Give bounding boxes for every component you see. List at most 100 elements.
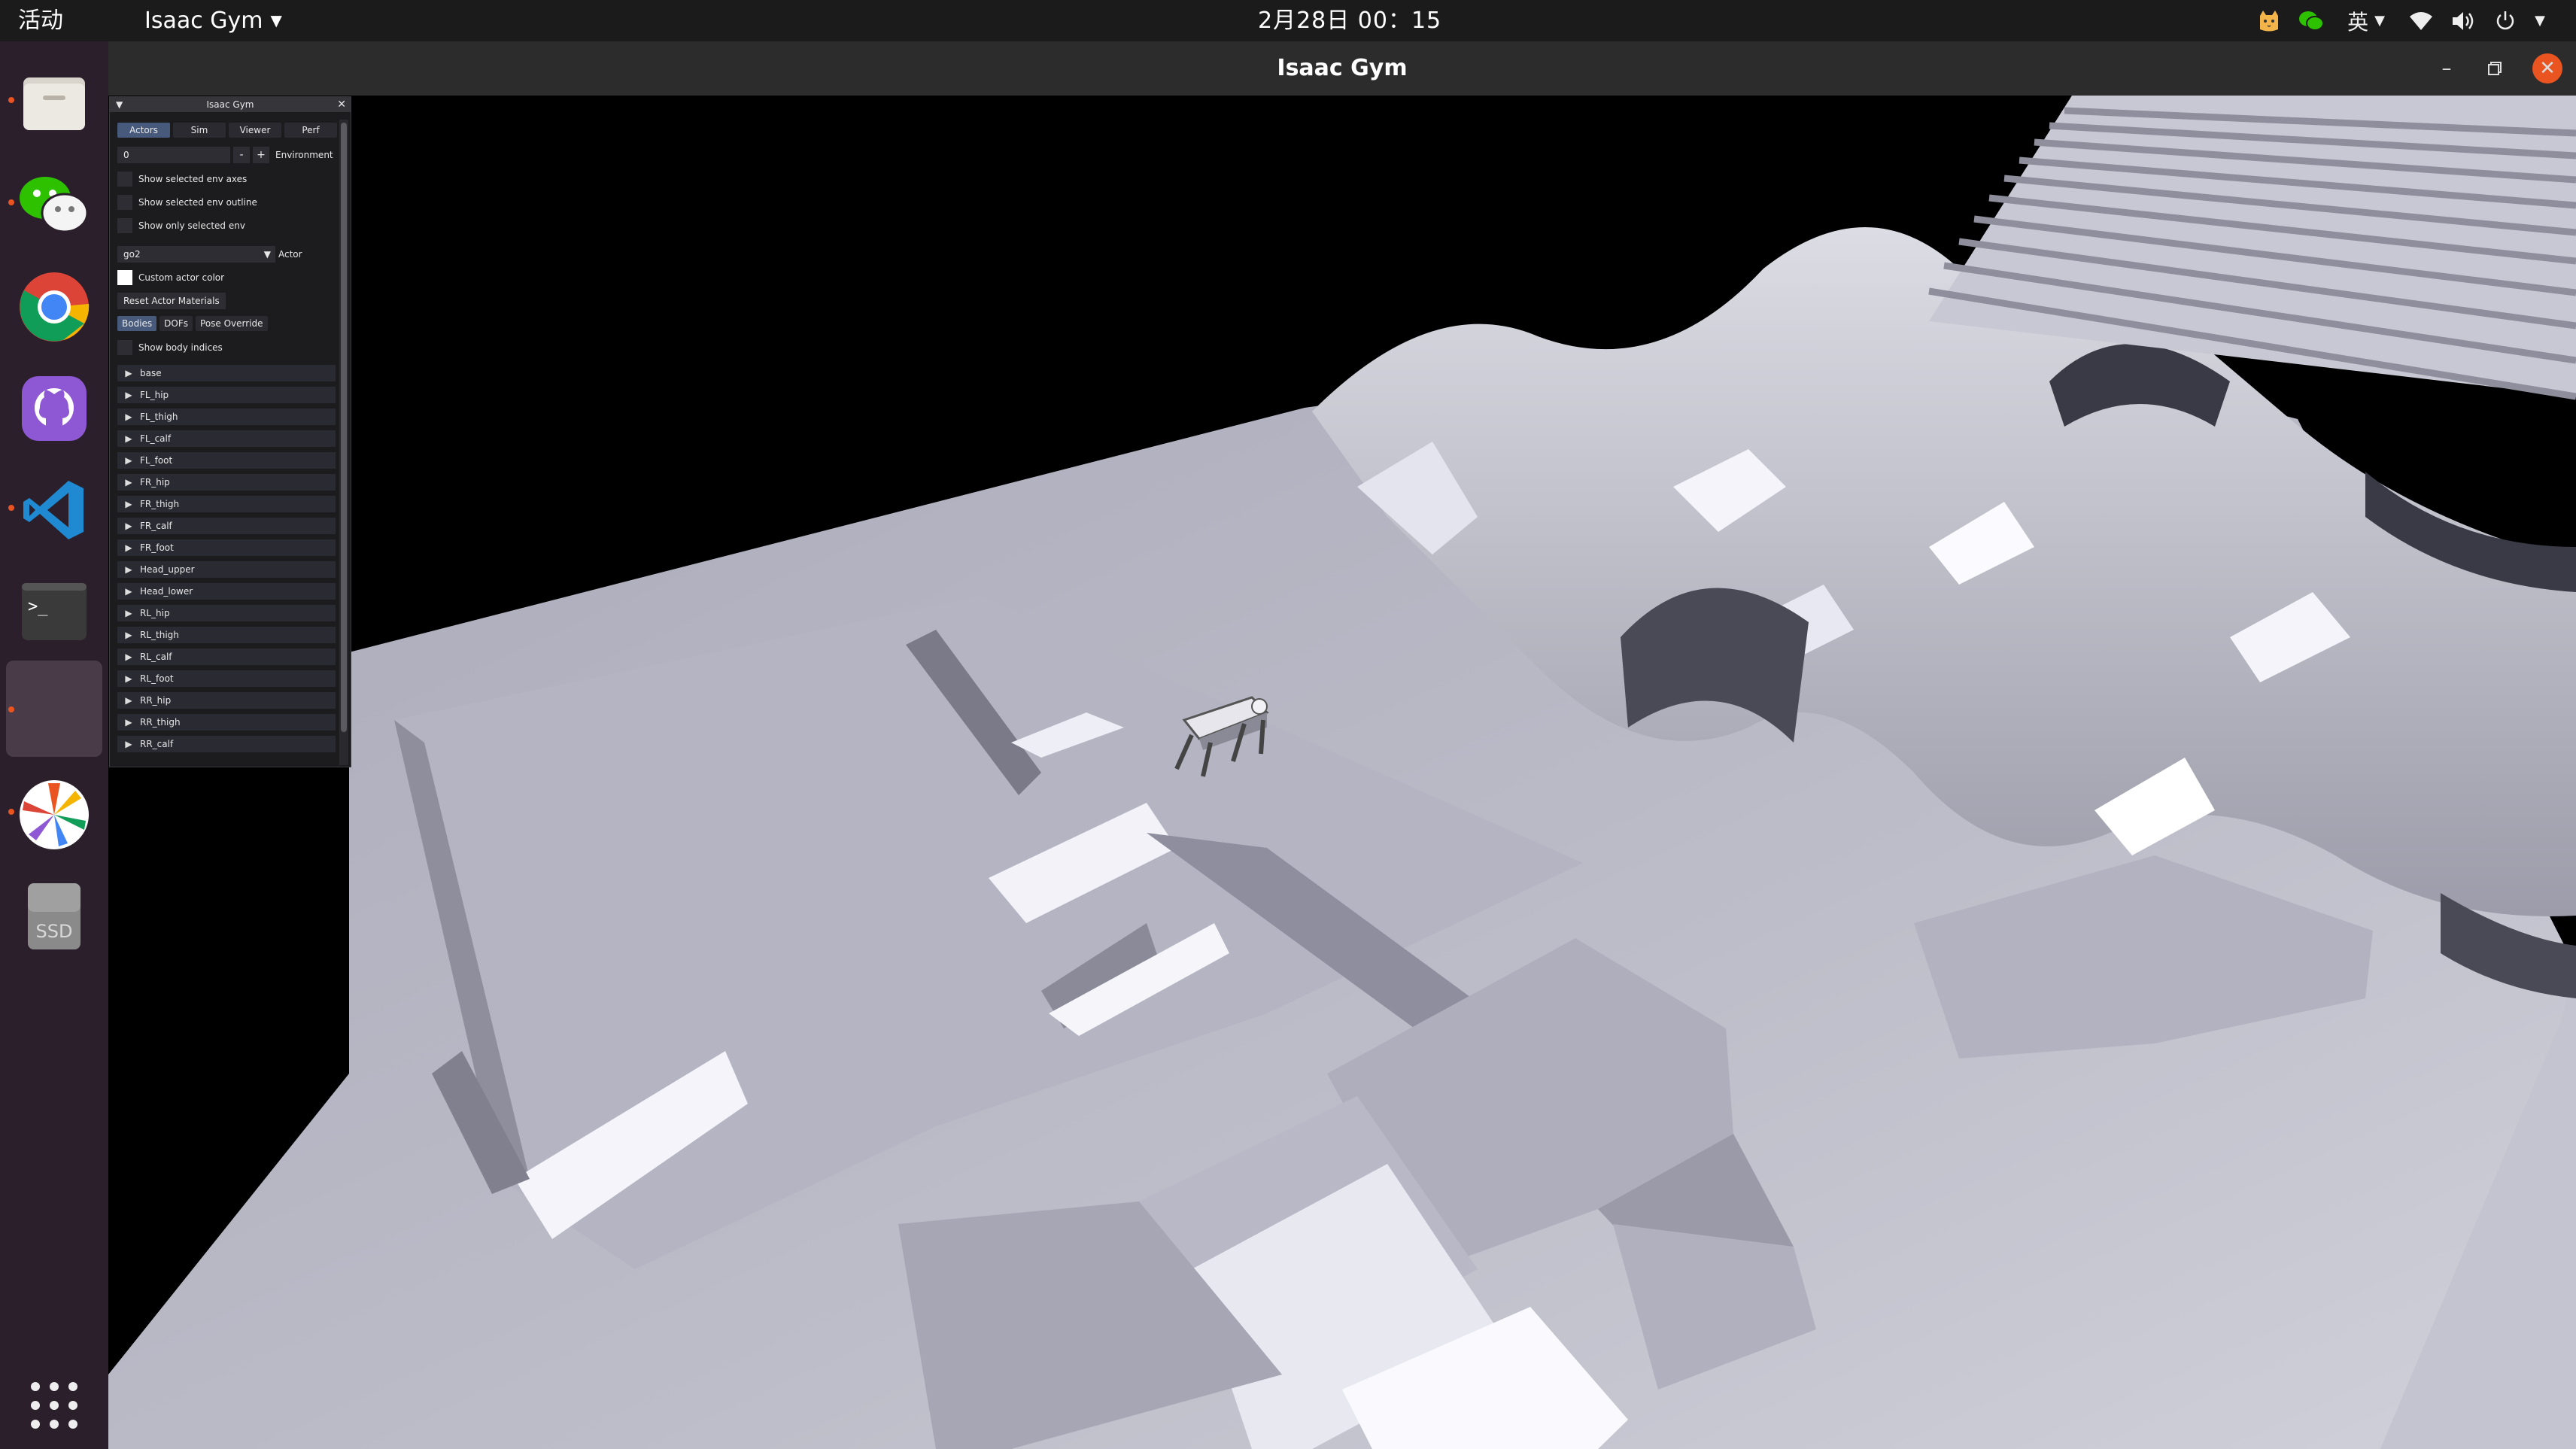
tree-row[interactable]: ▶ RL_thigh <box>117 624 336 646</box>
checkbox-box[interactable] <box>117 340 132 355</box>
checkbox-box[interactable] <box>117 195 132 210</box>
tree-row[interactable]: ▶ FL_calf <box>117 427 336 449</box>
tree-row[interactable]: ▶ FL_thigh <box>117 406 336 427</box>
tree-row[interactable]: ▶ RR_calf <box>117 733 336 755</box>
expand-arrow-icon[interactable]: ▶ <box>117 739 140 749</box>
tab-sim[interactable]: Sim <box>173 123 226 138</box>
reset-actor-materials-button[interactable]: Reset Actor Materials <box>117 293 226 309</box>
tree-row[interactable]: ▶ base <box>117 362 336 384</box>
tab-actors[interactable]: Actors <box>117 123 170 138</box>
show-only-env-checkbox[interactable]: Show only selected env <box>117 217 245 234</box>
checkbox-box[interactable] <box>117 270 132 285</box>
checkbox-label: Show selected env outline <box>138 197 257 208</box>
checkbox-box[interactable] <box>117 218 132 233</box>
expand-arrow-icon[interactable]: ▶ <box>117 652 140 662</box>
vscode-icon[interactable] <box>17 472 92 548</box>
expand-arrow-icon[interactable]: ▶ <box>117 717 140 728</box>
expand-arrow-icon[interactable]: ▶ <box>117 630 140 640</box>
body-label: FL_calf <box>140 433 172 444</box>
chrome-icon[interactable] <box>17 269 92 345</box>
tree-row[interactable]: ▶ Head_upper <box>117 558 336 580</box>
show-env-axes-checkbox[interactable]: Show selected env axes <box>117 171 247 187</box>
checkbox-label: Show selected env axes <box>138 174 248 184</box>
actor-select[interactable]: go2 ▼ <box>117 246 275 263</box>
github-desktop-icon[interactable] <box>17 371 92 446</box>
wifi-icon[interactable] <box>2400 0 2442 41</box>
panel-title: Isaac Gym <box>206 99 254 110</box>
tab-perf[interactable]: Perf <box>284 123 337 138</box>
expand-arrow-icon[interactable]: ▶ <box>117 521 140 531</box>
panel-scrollbar[interactable] <box>339 120 348 765</box>
app-menu[interactable]: Isaac Gym ▼ <box>144 0 282 41</box>
close-icon[interactable]: ✕ <box>337 97 346 112</box>
expand-arrow-icon[interactable]: ▶ <box>117 433 140 444</box>
expand-arrow-icon[interactable]: ▶ <box>117 542 140 553</box>
expand-arrow-icon[interactable]: ▶ <box>117 564 140 575</box>
scrollbar-thumb[interactable] <box>341 123 347 732</box>
show-env-outline-checkbox[interactable]: Show selected env outline <box>117 194 257 211</box>
isaac-gym-dock-icon[interactable] <box>6 661 102 757</box>
volume-icon[interactable] <box>2442 0 2484 41</box>
minimize-button[interactable]: – <box>2432 53 2462 84</box>
custom-actor-color-checkbox[interactable]: Custom actor color <box>117 269 224 286</box>
env-increment-button[interactable]: + <box>253 147 269 163</box>
input-method-menu[interactable]: 英 ▼ <box>2332 0 2400 41</box>
simulation-viewport[interactable] <box>108 96 2576 1449</box>
expand-arrow-icon[interactable]: ▶ <box>117 695 140 706</box>
wechat-tray-icon[interactable] <box>2290 0 2332 41</box>
checkbox-box[interactable] <box>117 172 132 187</box>
tree-row[interactable]: ▶ RR_hip <box>117 689 336 711</box>
tree-row[interactable]: ▶ FL_hip <box>117 384 336 406</box>
color-picker-icon[interactable] <box>17 777 92 852</box>
tree-row[interactable]: ▶ FR_thigh <box>117 493 336 515</box>
tree-row[interactable]: ▶ Head_lower <box>117 580 336 602</box>
tab-pose-override[interactable]: Pose Override <box>196 316 268 331</box>
chevron-down-icon[interactable]: ▼ <box>2526 0 2553 41</box>
running-indicator <box>8 706 14 712</box>
collapse-triangle-icon[interactable]: ▼ <box>116 97 123 112</box>
body-label: FL_thigh <box>140 411 178 422</box>
show-apps-grid-icon[interactable] <box>17 1368 92 1443</box>
tree-row[interactable]: ▶ FL_foot <box>117 449 336 471</box>
window-title-bar[interactable]: Isaac Gym – ✕ <box>108 41 2576 96</box>
expand-arrow-icon[interactable]: ▶ <box>117 455 140 466</box>
expand-arrow-icon[interactable]: ▶ <box>117 586 140 597</box>
ssd-drive-icon[interactable]: SSD <box>17 879 92 954</box>
expand-arrow-icon[interactable]: ▶ <box>117 412 140 422</box>
environment-input[interactable]: 0 <box>117 147 230 163</box>
maximize-button[interactable] <box>2480 53 2510 84</box>
expand-arrow-icon[interactable]: ▶ <box>117 477 140 488</box>
tab-dofs[interactable]: DOFs <box>159 316 193 331</box>
expand-arrow-icon[interactable]: ▶ <box>117 499 140 509</box>
tree-row[interactable]: ▶ FR_calf <box>117 515 336 536</box>
tree-row[interactable]: ▶ FR_foot <box>117 536 336 558</box>
expand-arrow-icon[interactable]: ▶ <box>117 368 140 378</box>
tab-bodies[interactable]: Bodies <box>117 316 157 331</box>
tree-row[interactable]: ▶ RL_foot <box>117 667 336 689</box>
env-decrement-button[interactable]: - <box>233 147 250 163</box>
tree-row[interactable]: ▶ RL_hip <box>117 602 336 624</box>
close-button[interactable]: ✕ <box>2532 53 2562 84</box>
body-label: RL_thigh <box>140 629 179 640</box>
tree-row[interactable]: ▶ FR_hip <box>117 471 336 493</box>
terminal-icon[interactable]: >_ <box>17 574 92 649</box>
body-label: RL_foot <box>140 673 174 684</box>
expand-arrow-icon[interactable]: ▶ <box>117 390 140 400</box>
activities-button[interactable]: 活动 <box>18 0 63 41</box>
clock[interactable]: 2月28日 00：15 <box>1258 0 1441 41</box>
expand-arrow-icon[interactable]: ▶ <box>117 608 140 618</box>
show-body-indices-checkbox[interactable]: Show body indices <box>117 339 223 356</box>
body-label: FR_calf <box>140 520 172 531</box>
body-label: FR_hip <box>140 476 170 488</box>
panel-header[interactable]: ▼ Isaac Gym ✕ <box>110 97 351 112</box>
files-icon[interactable] <box>17 65 92 141</box>
wechat-icon[interactable] <box>17 167 92 242</box>
expand-arrow-icon[interactable]: ▶ <box>117 673 140 684</box>
system-tray: 英 ▼ ▼ <box>2248 0 2553 41</box>
tab-viewer[interactable]: Viewer <box>229 123 281 138</box>
tree-row[interactable]: ▶ RR_thigh <box>117 711 336 733</box>
body-label: FR_thigh <box>140 498 180 509</box>
power-icon[interactable] <box>2484 0 2526 41</box>
cat-app-icon[interactable] <box>2248 0 2290 41</box>
tree-row[interactable]: ▶ RL_calf <box>117 646 336 667</box>
